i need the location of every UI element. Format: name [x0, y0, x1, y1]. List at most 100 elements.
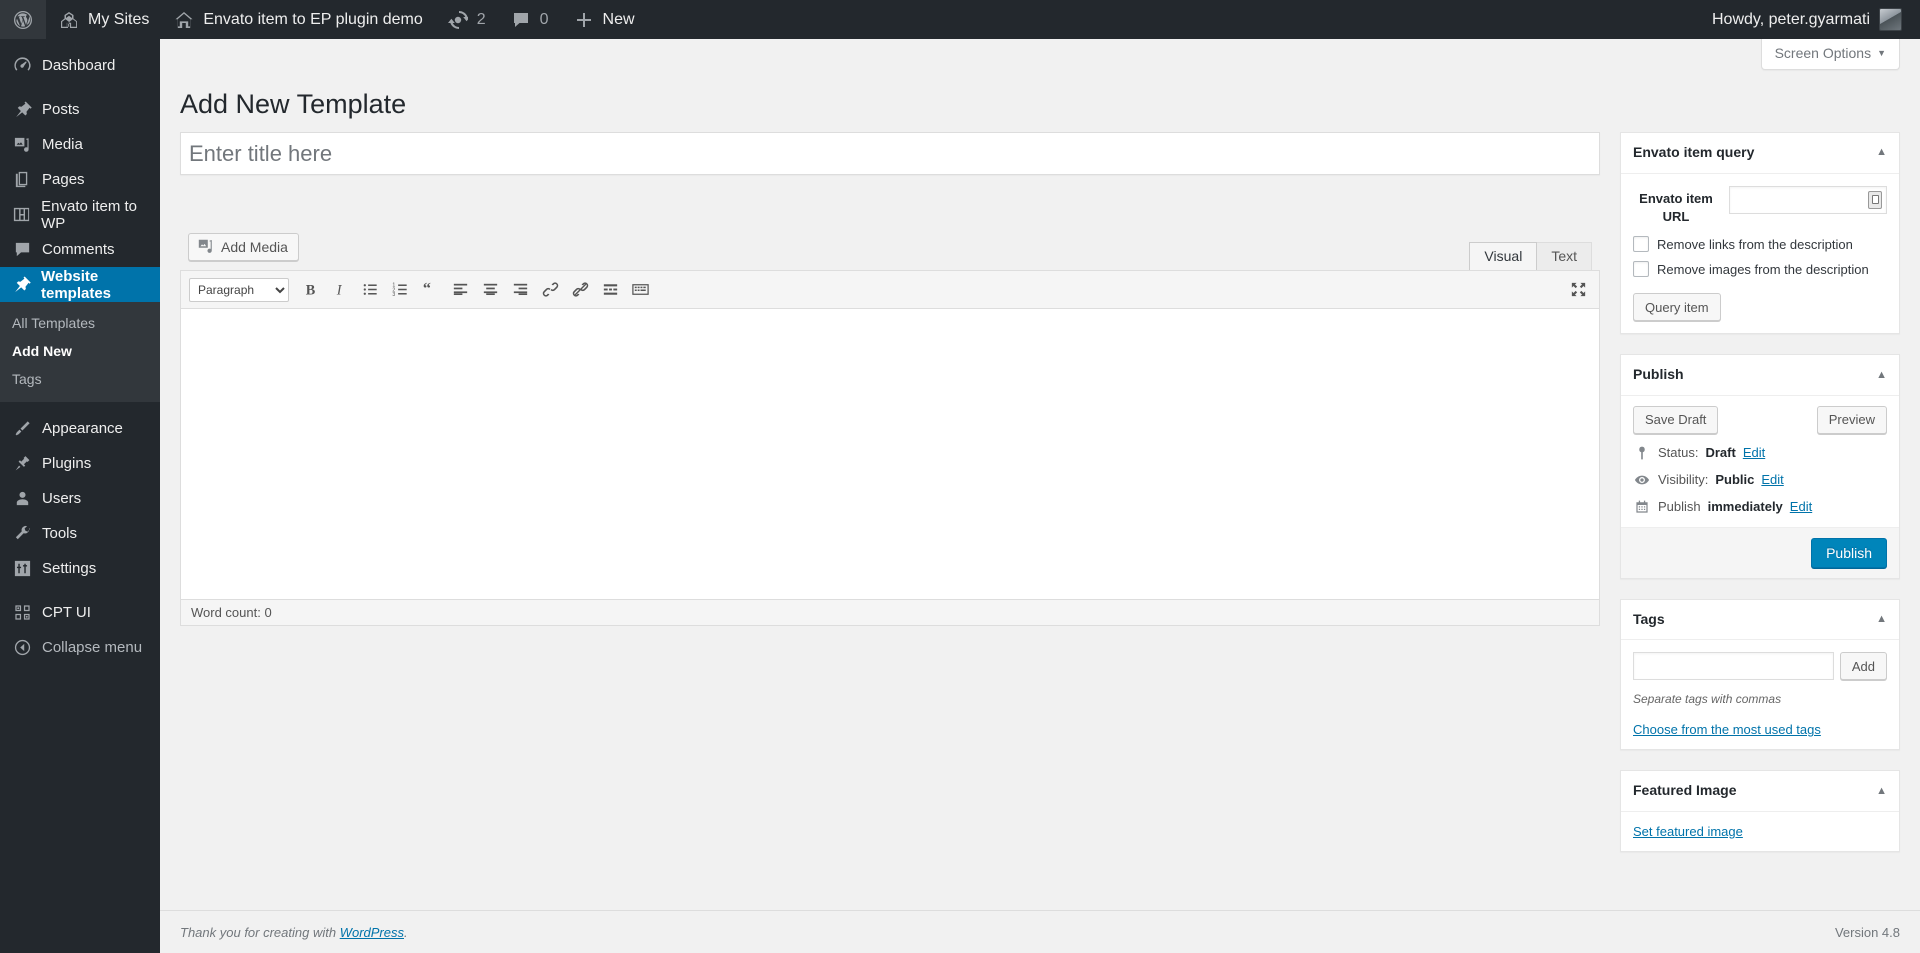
tag-input[interactable]: [1633, 652, 1834, 681]
admin-sidebar-menu: Dashboard Posts Media Pages Envato item …: [0, 39, 168, 953]
admin-bar-updates-count: 2: [476, 10, 486, 28]
metabox-header[interactable]: Publish ▲: [1621, 355, 1899, 396]
add-media-button[interactable]: Add Media: [188, 233, 299, 261]
editor-mode-tabs: Visual Text: [1469, 242, 1592, 270]
chevron-up-icon[interactable]: ▲: [1876, 147, 1887, 158]
blockquote-icon[interactable]: “: [415, 276, 445, 304]
bold-icon[interactable]: B: [295, 276, 325, 304]
most-used-tags-link[interactable]: Choose from the most used tags: [1633, 722, 1821, 737]
metabox-tags: Tags ▲ Add Separate tags with commas Cho…: [1620, 598, 1900, 751]
admin-bar-site-name-label: Envato item to EP plugin demo: [203, 10, 423, 28]
align-right-icon[interactable]: [505, 276, 535, 304]
post-body-content: Add Media Visual Text Paragraph B: [180, 132, 1600, 626]
query-item-button[interactable]: Query item: [1633, 293, 1721, 322]
sidebar-item-settings[interactable]: Settings: [0, 551, 160, 586]
sidebar-item-users[interactable]: Users: [0, 481, 160, 516]
admin-bar-my-account[interactable]: Howdy, peter.gyarmati: [1700, 0, 1920, 39]
status-edit-link[interactable]: Edit: [1743, 445, 1765, 460]
remove-images-checkbox[interactable]: [1633, 261, 1649, 278]
autofill-icon[interactable]: [1868, 190, 1882, 209]
screen-options-button[interactable]: Screen Options ▼: [1760, 39, 1900, 70]
blocks-icon: [12, 603, 32, 622]
metabox-header[interactable]: Tags ▲: [1621, 600, 1899, 641]
status-prefix: Status:: [1658, 445, 1699, 461]
metabox-title: Publish: [1633, 366, 1684, 383]
wp-logo-menu[interactable]: [0, 0, 46, 39]
sidebar-item-website-templates[interactable]: Website templates: [0, 267, 168, 302]
screen-meta-links: Screen Options ▼: [1760, 39, 1900, 70]
chevron-up-icon[interactable]: ▲: [1876, 785, 1887, 797]
remove-links-checkbox[interactable]: [1633, 236, 1649, 253]
editor-content-area[interactable]: [181, 309, 1599, 599]
sidebar-item-cpt-ui[interactable]: CPT UI: [0, 595, 160, 630]
submenu-item-tags[interactable]: Tags: [0, 365, 160, 393]
align-center-icon[interactable]: [475, 276, 505, 304]
publish-button[interactable]: Publish: [1811, 537, 1887, 568]
visibility-edit-link[interactable]: Edit: [1761, 472, 1783, 487]
remove-links-label[interactable]: Remove links from the description: [1657, 237, 1853, 252]
admin-bar-item-my-sites[interactable]: My Sites: [46, 0, 161, 39]
updates-icon: [447, 9, 469, 31]
pages-icon: [12, 170, 32, 189]
envato-url-row: Envato item URL: [1633, 185, 1887, 228]
submenu-item-add-new[interactable]: Add New: [0, 337, 160, 365]
menu-spacer: [0, 586, 160, 595]
sidebar-item-appearance[interactable]: Appearance: [0, 411, 160, 446]
admin-bar-item-updates[interactable]: 2: [435, 0, 498, 39]
home-icon: [173, 9, 195, 31]
footer-thanks-suffix: .: [404, 924, 408, 940]
preview-button[interactable]: Preview: [1816, 405, 1887, 434]
minor-publishing-section: Save Draft Preview Status: Draft Edit Vi…: [1621, 396, 1899, 528]
footer-thanks: Thank you for creating with WordPress.: [180, 925, 408, 940]
admin-bar-item-comments[interactable]: 0: [498, 0, 561, 39]
schedule-prefix: Publish: [1658, 499, 1701, 515]
submenu-item-all-templates[interactable]: All Templates: [0, 309, 160, 337]
major-publishing-actions: Publish: [1621, 527, 1899, 578]
metabox-header[interactable]: Featured Image ▲: [1621, 771, 1899, 813]
tab-visual[interactable]: Visual: [1469, 242, 1538, 270]
metabox-title: Featured Image: [1633, 782, 1737, 799]
schedule-edit-link[interactable]: Edit: [1790, 499, 1812, 514]
admin-bar-item-site-name[interactable]: Envato item to EP plugin demo: [161, 0, 434, 39]
chevron-up-icon[interactable]: ▲: [1876, 369, 1887, 381]
italic-icon[interactable]: I: [325, 276, 355, 304]
link-icon[interactable]: [535, 276, 565, 304]
insert-more-icon[interactable]: [595, 276, 625, 304]
admin-bar-item-new[interactable]: New: [561, 0, 647, 39]
bulleted-list-icon[interactable]: [355, 276, 385, 304]
metabox-header[interactable]: Envato item query ▲: [1621, 133, 1899, 174]
sidebar-item-comments[interactable]: Comments: [0, 232, 160, 267]
format-select[interactable]: Paragraph: [189, 277, 289, 302]
admin-bar-new-label: New: [602, 10, 635, 28]
tab-text[interactable]: Text: [1537, 242, 1592, 270]
sidebar-item-media[interactable]: Media: [0, 127, 160, 162]
set-featured-image-link[interactable]: Set featured image: [1633, 824, 1743, 839]
sidebar-item-pages[interactable]: Pages: [0, 162, 160, 197]
chevron-up-icon[interactable]: ▲: [1876, 614, 1887, 625]
align-left-icon[interactable]: [445, 276, 475, 304]
minor-publishing-actions: Save Draft Preview: [1633, 405, 1887, 434]
distraction-free-icon[interactable]: [1563, 276, 1593, 304]
add-media-label: Add Media: [221, 239, 288, 255]
remove-images-row: Remove images from the description: [1633, 261, 1887, 278]
brush-icon: [12, 419, 32, 438]
status-row: Status: Draft Edit: [1633, 445, 1887, 461]
sidebar-item-tools[interactable]: Tools: [0, 516, 160, 551]
unlink-icon[interactable]: [565, 276, 595, 304]
sidebar-item-envato-item-to-wp[interactable]: Envato item to WP: [0, 197, 160, 232]
add-tag-button[interactable]: Add: [1839, 652, 1887, 681]
toolbar-toggle-icon[interactable]: [625, 276, 655, 304]
word-count-label: Word count: 0: [191, 605, 272, 620]
post-title-input[interactable]: [181, 133, 1599, 174]
remove-images-label[interactable]: Remove images from the description: [1657, 262, 1869, 277]
sidebar-item-dashboard[interactable]: Dashboard: [0, 48, 160, 83]
save-draft-button[interactable]: Save Draft: [1633, 405, 1719, 434]
numbered-list-icon[interactable]: 123: [385, 276, 415, 304]
sidebar-item-plugins[interactable]: Plugins: [0, 446, 160, 481]
metabox-body: Add Separate tags with commas Choose fro…: [1621, 640, 1899, 749]
envato-url-input[interactable]: [1729, 185, 1887, 214]
wordpress-link[interactable]: WordPress: [340, 925, 404, 940]
sidebar-item-label: Pages: [42, 171, 85, 188]
sidebar-item-posts[interactable]: Posts: [0, 92, 160, 127]
collapse-menu-button[interactable]: Collapse menu: [0, 630, 160, 665]
